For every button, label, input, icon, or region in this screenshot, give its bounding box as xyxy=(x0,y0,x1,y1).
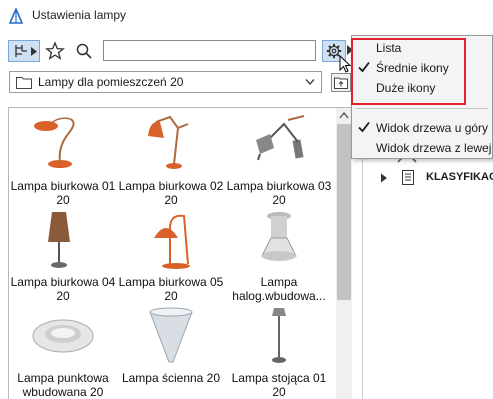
label-line-1: Lampa stojąca 01 xyxy=(231,371,327,385)
checkmark-icon xyxy=(358,121,370,133)
grid-item-lampa-biurkowa-03[interactable]: Lampa biurkowa 03 20 xyxy=(225,112,333,208)
grid-item-label: Lampa halog.wbudowa... xyxy=(225,275,333,303)
desk-lamp-04-icon xyxy=(48,212,70,268)
folder-up-icon xyxy=(334,77,348,89)
grid-item-label: Lampa stojąca 01 20 xyxy=(225,371,333,399)
grid-item-label: Lampa biurkowa 05 20 xyxy=(117,275,225,303)
expand-arrow-icon[interactable] xyxy=(380,173,388,183)
label-line-2: 20 xyxy=(272,385,286,399)
grid-item-lampa-biurkowa-04[interactable]: Lampa biurkowa 04 20 xyxy=(9,208,117,304)
label-line-1: Lampa biurkowa 01 xyxy=(10,179,116,193)
label-line-1: Lampa biurkowa 03 xyxy=(226,179,332,193)
title-bar: Ustawienia lampy xyxy=(0,0,493,31)
label-line-2: halog.wbudowa... xyxy=(232,289,326,303)
chevron-down-icon xyxy=(305,79,315,86)
label-line-1: Lampa biurkowa 05 xyxy=(118,275,224,289)
menu-separator xyxy=(356,108,488,109)
label-line-1: Lampa ścienna 20 xyxy=(121,371,221,385)
grid-item-label: Lampa biurkowa 01 20 xyxy=(9,179,117,207)
library-select[interactable]: Lampy dla pomieszczeń 20 xyxy=(9,71,322,93)
grid-item-lampa-biurkowa-01[interactable]: Lampa biurkowa 01 20 xyxy=(9,112,117,208)
label-line-2: 20 xyxy=(164,193,178,207)
folder-up-button[interactable] xyxy=(331,73,351,92)
search-input[interactable] xyxy=(103,40,316,61)
label-line-1: Lampa biurkowa 02 xyxy=(118,179,224,193)
library-select-value: Lampy dla pomieszczeń 20 xyxy=(38,75,184,89)
label-line-1: Lampa xyxy=(260,275,298,289)
grid-item-label: Lampa biurkowa 02 20 xyxy=(117,179,225,207)
label-line-2: 20 xyxy=(56,193,70,207)
label-line-2: 20 xyxy=(56,289,70,303)
grid-item-label: Lampa biurkowa 03 20 xyxy=(225,179,333,207)
label-line-2: 20 xyxy=(164,289,178,303)
tree-view-icon xyxy=(15,45,27,57)
grid-item-lampa-biurkowa-02[interactable]: Lampa biurkowa 02 20 xyxy=(117,112,225,208)
star-icon[interactable] xyxy=(45,41,65,61)
object-grid: Lampa biurkowa 01 20 Lampa biurkowa 02 2… xyxy=(8,107,353,399)
grid-item-label: Lampa punktowa wbudowana 20 xyxy=(9,371,117,399)
menu-item-widok-drzewa-u-gory[interactable]: Widok drzewa u góry xyxy=(352,119,492,137)
label-line-1: Lampa biurkowa 04 xyxy=(10,275,116,289)
highlight-annotation xyxy=(351,38,466,105)
wall-lamp-icon xyxy=(149,307,193,363)
search-icon[interactable] xyxy=(74,41,94,61)
menu-item-label: Widok drzewa z lewej xyxy=(376,141,492,155)
grid-item-lampa-scienna[interactable]: Lampa ścienna 20 xyxy=(117,304,225,399)
mouse-cursor-icon xyxy=(339,55,351,73)
scroll-up-arrow-icon[interactable] xyxy=(336,108,352,124)
label-line-2: 20 xyxy=(272,193,286,207)
recessed-spot-icon xyxy=(32,319,94,353)
document-icon xyxy=(402,170,414,185)
halogen-lamp-icon xyxy=(261,212,297,261)
tree-view-button[interactable] xyxy=(8,40,40,62)
tree-node-label[interactable]: KLASYFIKACJ xyxy=(426,171,493,183)
desk-lamp-02-icon xyxy=(148,115,189,169)
grid-item-lampa-stojaca-01[interactable]: Lampa stojąca 01 20 xyxy=(225,304,333,399)
grid-item-lampa-halog-wbudowana[interactable]: Lampa halog.wbudowa... xyxy=(225,208,333,304)
chevron-right-icon xyxy=(31,47,37,56)
desk-lamp-01-icon xyxy=(34,117,75,168)
app-icon xyxy=(9,8,23,24)
grid-item-lampa-punktowa-wbudowana[interactable]: Lampa punktowa wbudowana 20 xyxy=(9,304,117,399)
scrollbar-thumb[interactable] xyxy=(337,124,351,300)
floor-lamp-icon xyxy=(272,308,286,363)
grid-item-label: Lampa biurkowa 04 20 xyxy=(9,275,117,303)
grid-item-label: Lampa ścienna 20 xyxy=(117,371,225,385)
grid-item-lampa-biurkowa-05[interactable]: Lampa biurkowa 05 20 xyxy=(117,208,225,304)
menu-item-label: Widok drzewa u góry xyxy=(376,121,489,135)
label-line-2: wbudowana 20 xyxy=(22,385,104,399)
label-line-1: Lampa punktowa xyxy=(17,371,109,385)
desk-lamp-05-icon xyxy=(154,214,190,269)
menu-item-widok-drzewa-z-lewej[interactable]: Widok drzewa z lewej xyxy=(352,139,492,157)
desk-lamp-03-icon xyxy=(256,115,305,161)
window-title: Ustawienia lampy xyxy=(32,8,127,22)
folder-icon xyxy=(16,77,32,89)
